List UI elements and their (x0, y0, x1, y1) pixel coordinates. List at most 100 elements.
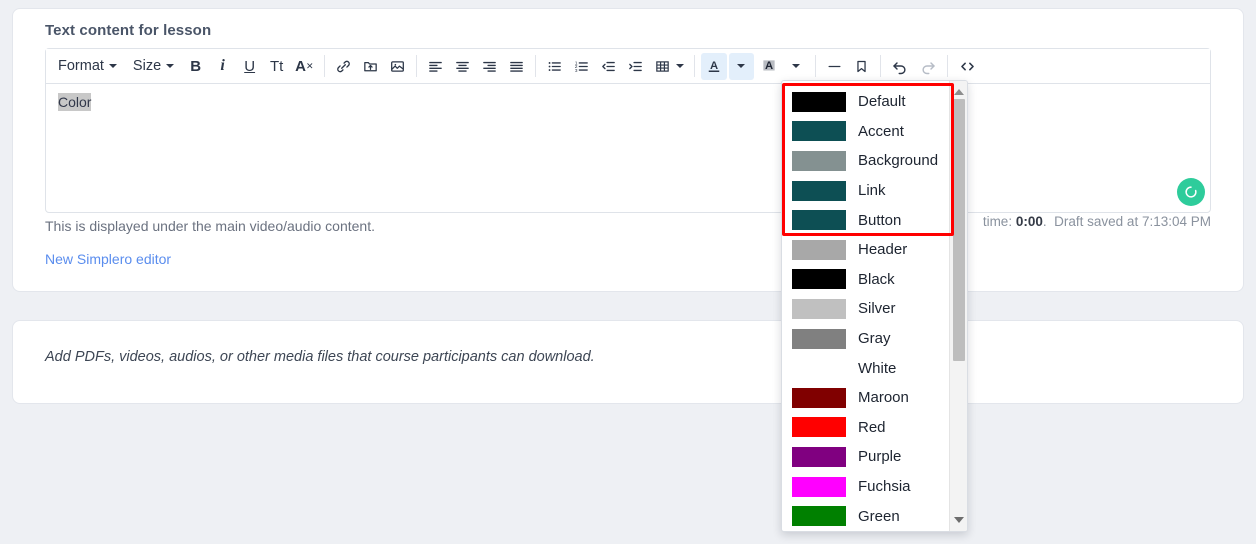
svg-text:A: A (709, 60, 717, 72)
align-center-button[interactable] (450, 53, 475, 80)
align-justify-button[interactable] (504, 53, 529, 80)
table-icon (654, 58, 671, 75)
toolbar-divider (534, 55, 536, 77)
format-dropdown[interactable]: Format (51, 53, 124, 80)
text-color-button[interactable]: A (700, 52, 727, 80)
page-title: Text content for lesson (45, 22, 212, 39)
redo-button[interactable] (915, 53, 941, 80)
background-color-button[interactable]: A (756, 53, 782, 80)
color-swatch (792, 210, 846, 231)
chevron-down-icon (166, 64, 175, 68)
svg-text:3: 3 (574, 67, 577, 73)
color-option[interactable]: Accent (782, 117, 950, 147)
color-option-label: Red (858, 418, 886, 436)
status-time-value: 0:00 (1015, 214, 1043, 229)
color-options-list[interactable]: Default Accent Background Link Button Header B… (782, 81, 950, 531)
color-option-label: Silver (858, 300, 896, 318)
bold-button[interactable]: B (183, 53, 208, 80)
size-dropdown[interactable]: Size (126, 53, 181, 80)
insert-image-icon (389, 58, 406, 75)
color-option[interactable]: White (782, 353, 950, 383)
bookmark-button[interactable] (849, 53, 874, 80)
redo-icon (919, 57, 937, 75)
link-button[interactable] (331, 53, 356, 80)
color-option[interactable]: Red (782, 413, 950, 443)
outdent-button[interactable] (596, 53, 621, 80)
color-option[interactable]: Black (782, 265, 950, 295)
insert-image-button[interactable] (385, 53, 410, 80)
bullet-list-icon (546, 58, 563, 75)
text-color-dropdown-toggle[interactable] (728, 52, 754, 80)
scrollbar-thumb[interactable] (953, 99, 965, 361)
horizontal-rule-icon (826, 58, 843, 75)
underline-button[interactable]: U (237, 53, 262, 80)
color-option[interactable]: Default (782, 87, 950, 117)
color-option[interactable]: Gray (782, 324, 950, 354)
table-button[interactable] (650, 53, 688, 80)
color-swatch (792, 476, 846, 497)
background-color-dropdown-toggle[interactable] (784, 53, 809, 80)
numbered-list-icon: 1 2 3 (573, 58, 590, 75)
color-option-label: White (858, 359, 897, 377)
color-menu-scrollbar[interactable] (949, 81, 967, 531)
color-swatch (792, 387, 846, 408)
editor-status-line: time: 0:00. Draft saved at 7:13:04 PM (983, 214, 1211, 229)
color-option-label: Black (858, 270, 895, 288)
color-option[interactable]: Green (782, 501, 950, 531)
new-editor-link[interactable]: New Simplero editor (45, 251, 171, 267)
chevron-down-icon (675, 64, 684, 68)
color-option-label: Gray (858, 330, 891, 348)
clear-formatting-button[interactable]: A ✕ (291, 53, 317, 80)
color-option[interactable]: Silver (782, 294, 950, 324)
status-time-prefix: time: (982, 214, 1013, 229)
color-swatch (792, 358, 846, 379)
indent-icon (627, 58, 644, 75)
color-option[interactable]: Button (782, 205, 950, 235)
text-style-button[interactable]: Tt (264, 53, 289, 80)
align-left-button[interactable] (423, 53, 448, 80)
color-swatch (792, 298, 846, 319)
bold-label: B (190, 57, 202, 75)
color-option[interactable]: Fuchsia (782, 472, 950, 502)
insert-file-button[interactable] (358, 53, 383, 80)
rich-text-editor: Format Size B i U Tt A ✕ 1 2 3 A A Color (45, 48, 1211, 213)
toolbar-divider (879, 55, 881, 77)
align-right-button[interactable] (477, 53, 502, 80)
text-color-icon: A (705, 57, 723, 75)
toolbar-divider (946, 55, 948, 77)
page-root: Text content for lesson Format Size B i … (0, 0, 1256, 544)
underline-label: U (244, 57, 256, 75)
scroll-up-arrow-icon[interactable] (950, 84, 967, 100)
align-justify-icon (508, 58, 525, 75)
color-option[interactable]: Maroon (782, 383, 950, 413)
editor-selected-text[interactable]: Color (58, 93, 92, 111)
color-swatch (792, 446, 846, 467)
undo-button[interactable] (887, 53, 913, 80)
source-code-icon (958, 57, 977, 76)
indent-button[interactable] (623, 53, 648, 80)
color-swatch (792, 417, 846, 438)
color-option-label: Green (858, 507, 900, 525)
numbered-list-button[interactable]: 1 2 3 (569, 53, 594, 80)
scroll-down-arrow-icon[interactable] (950, 512, 967, 528)
color-swatch (792, 121, 846, 142)
bullet-list-button[interactable] (542, 53, 567, 80)
color-swatch (792, 150, 846, 171)
horizontal-rule-button[interactable] (822, 53, 847, 80)
color-option[interactable]: Link (782, 176, 950, 206)
italic-button[interactable]: i (210, 53, 235, 80)
color-option-label: Link (858, 182, 886, 200)
toolbar-divider (323, 55, 325, 77)
chevron-down-icon (108, 64, 117, 68)
editor-content-area[interactable]: Color (46, 84, 1210, 212)
color-option[interactable]: Purple (782, 442, 950, 472)
color-option[interactable]: Background (782, 146, 950, 176)
saving-spinner-icon (1177, 178, 1205, 206)
color-swatch (792, 506, 846, 527)
source-code-button[interactable] (954, 53, 981, 80)
text-color-dropdown-menu[interactable]: Default Accent Background Link Button Header B… (781, 80, 968, 532)
align-center-icon (454, 58, 471, 75)
color-option-label: Background (858, 152, 939, 170)
toolbar-divider (814, 55, 816, 77)
color-option[interactable]: Header (782, 235, 950, 265)
